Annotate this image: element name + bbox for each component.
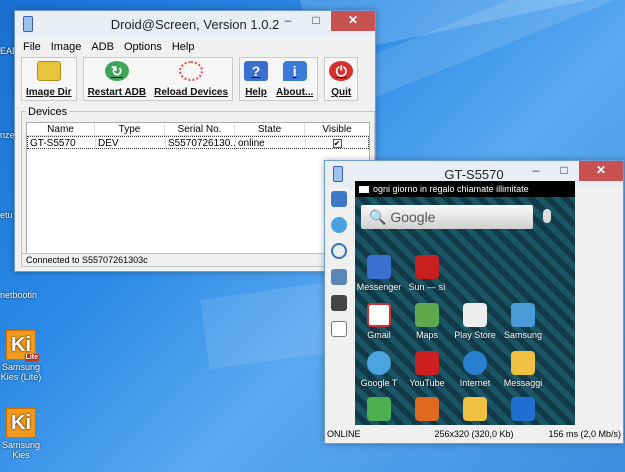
menu-adb[interactable]: ADB (91, 41, 114, 53)
menu-file[interactable]: File (23, 41, 41, 53)
about-button[interactable]: i About... (272, 58, 317, 100)
camera-icon[interactable] (331, 269, 347, 285)
samsung-icon (511, 303, 535, 327)
app-sun[interactable]: Sun — sì (403, 255, 451, 292)
reload-devices-button[interactable]: Reload Devices (150, 58, 232, 100)
minimize-button[interactable]: – (523, 161, 549, 181)
desktop-label-fragment: netbootin (0, 290, 38, 300)
maximize-button[interactable]: □ (551, 161, 577, 181)
menu-help[interactable]: Help (172, 41, 195, 53)
notification-bar: ogni giorno in regalo chiamate illimitat… (355, 181, 575, 197)
envelope-icon (359, 186, 369, 194)
zoom-icon[interactable] (331, 243, 347, 259)
connection-status: Connected to S55707261303c (21, 253, 369, 267)
menu-options[interactable]: Options (124, 41, 162, 53)
main-titlebar[interactable]: Droid@Screen, Version 1.0.2 – □ ✕ (15, 11, 375, 37)
app-samsung[interactable]: Samsung (499, 303, 547, 340)
app-internet[interactable]: Internet (451, 351, 499, 388)
cell-serial: S5570726130... (168, 137, 236, 148)
cell-visible: ✔ (306, 137, 368, 148)
col-visible[interactable]: Visible (305, 123, 369, 135)
dock-messages[interactable] (451, 397, 499, 424)
col-state[interactable]: State (235, 123, 305, 135)
device-window: GT-S5570 – □ ✕ ogni giorno in regalo chi… (324, 160, 624, 444)
close-button[interactable]: ✕ (331, 11, 375, 31)
maps-icon (415, 303, 439, 327)
orientation-icon[interactable] (331, 191, 347, 207)
apps-grid-icon (511, 397, 535, 421)
table-header: Name Type Serial No. State Visible (27, 123, 369, 136)
device-statusbar: ONLINE 256x320 (320,0 Kb) 156 ms (2,0 Mb… (327, 427, 621, 441)
close-button[interactable]: ✕ (579, 161, 623, 181)
kies-lite-icon: Ki Lite (6, 330, 39, 362)
phone-icon (367, 397, 391, 421)
dock-apps[interactable] (499, 397, 547, 424)
rotate-icon[interactable] (331, 217, 347, 233)
col-type[interactable]: Type (95, 123, 165, 135)
envelope-icon (463, 397, 487, 421)
contacts-icon (415, 397, 439, 421)
folder-icon (36, 61, 61, 81)
latency: 156 ms (2,0 Mb/s) (548, 429, 621, 439)
video-icon[interactable] (331, 295, 347, 311)
messenger-icon (367, 255, 391, 279)
desktop-icon-kies[interactable]: Ki Samsung Kies (0, 408, 42, 460)
table-row[interactable]: GT-S5570 DEV S5570726130... online ✔ (27, 136, 369, 149)
desktop-label-fragment: nze (0, 130, 15, 140)
microphone-icon[interactable] (543, 209, 551, 223)
app-play-store[interactable]: Play Store (451, 303, 499, 340)
devices-label: Devices (26, 106, 70, 118)
maximize-button[interactable]: □ (303, 11, 329, 31)
sun-icon (415, 255, 439, 279)
restart-adb-button[interactable]: ↻ Restart ADB (84, 58, 151, 100)
dock-contacts[interactable] (403, 397, 451, 424)
desktop-label-fragment: etu (0, 210, 13, 220)
reload-icon (179, 61, 204, 81)
device-side-toolbar (331, 191, 351, 337)
restart-icon: ↻ (104, 61, 129, 81)
phone-screen[interactable]: ogni giorno in regalo chiamate illimitat… (355, 181, 575, 425)
app-maps[interactable]: Maps (403, 303, 451, 340)
gmail-icon (367, 303, 391, 327)
info-icon: i (282, 61, 307, 81)
devices-panel: Devices Name Type Serial No. State Visib… (21, 106, 375, 259)
frame-size: 256x320 (320,0 Kb) (434, 429, 514, 439)
app-google-talk[interactable]: Google T (355, 351, 403, 388)
col-serial[interactable]: Serial No. (165, 123, 235, 135)
app-gmail[interactable]: Gmail (355, 303, 403, 340)
cell-name: GT-S5570 (28, 137, 96, 148)
image-dir-button[interactable]: Image Dir (22, 58, 76, 100)
app-messaggi[interactable]: Messaggi (499, 351, 547, 388)
talk-icon (367, 351, 391, 375)
help-icon: ? (244, 61, 269, 81)
devices-table: Name Type Serial No. State Visible GT-S5… (26, 122, 370, 254)
desktop-icon-kies-lite[interactable]: Ki Lite Samsung Kies (Lite) (0, 330, 42, 382)
document-icon[interactable] (331, 321, 347, 337)
help-button[interactable]: ? Help (240, 58, 272, 100)
visible-checkbox[interactable]: ✔ (332, 139, 342, 148)
app-youtube[interactable]: YouTube (403, 351, 451, 388)
menu-bar: File Image ADB Options Help (15, 37, 375, 57)
menu-image[interactable]: Image (51, 41, 82, 53)
cell-state: online (236, 137, 306, 148)
minimize-button[interactable]: – (275, 11, 301, 31)
message-icon (511, 351, 535, 375)
device-state: ONLINE (327, 429, 361, 439)
main-window: Droid@Screen, Version 1.0.2 – □ ✕ File I… (14, 10, 376, 272)
youtube-icon (415, 351, 439, 375)
col-name[interactable]: Name (27, 123, 95, 135)
cell-type: DEV (96, 137, 166, 148)
globe-icon (463, 351, 487, 375)
google-search-widget[interactable]: 🔍 Google (361, 205, 533, 229)
power-icon: ⏻ (329, 61, 354, 81)
quit-button[interactable]: ⏻ Quit (325, 58, 357, 100)
kies-icon: Ki (6, 408, 36, 438)
dock-phone[interactable] (355, 397, 403, 424)
toolbar: Image Dir ↻ Restart ADB Reload Devices ?… (15, 57, 375, 103)
app-messenger[interactable]: Messenger (355, 255, 403, 292)
play-store-icon (463, 303, 487, 327)
